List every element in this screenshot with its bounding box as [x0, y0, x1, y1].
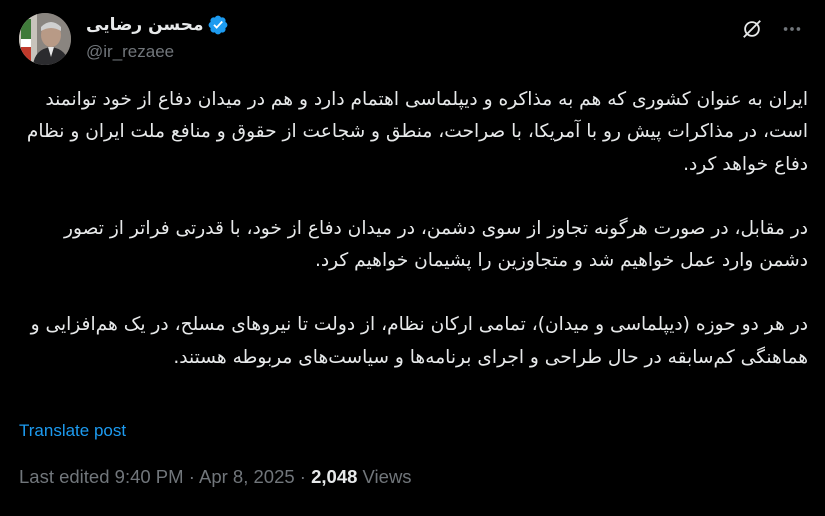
translate-post-link[interactable]: Translate post — [19, 421, 126, 441]
post-paragraph: ایران به عنوان کشوری که هم به مذاکره و د… — [26, 89, 808, 175]
avatar[interactable] — [19, 13, 71, 65]
grok-icon[interactable] — [741, 18, 763, 40]
post-meta: Last edited 9:40 PM · Apr 8, 2025 · 2,04… — [19, 466, 412, 488]
author-display-name[interactable]: محسن رضایی — [86, 15, 203, 35]
post-date[interactable]: Apr 8, 2025 — [199, 466, 295, 487]
views-count: 2,048 — [311, 466, 358, 487]
post-paragraph: در مقابل، در صورت هرگونه تجاوز از سوی دش… — [64, 217, 808, 272]
author-handle[interactable]: @ir_rezaee — [86, 42, 229, 62]
meta-separator: · — [299, 466, 306, 487]
avatar-image — [19, 13, 71, 65]
post-paragraph: در هر دو حوزه (دیپلماسی و میدان)، تمامی … — [30, 314, 808, 368]
author-block: محسن رضایی @ir_rezaee — [86, 12, 229, 72]
post-text: ایران به عنوان کشوری که هم به مذاکره و د… — [19, 84, 808, 406]
verified-badge-icon[interactable] — [207, 14, 229, 36]
edited-timestamp[interactable]: Last edited 9:40 PM — [19, 466, 184, 487]
name-row: محسن رضایی — [86, 12, 229, 38]
views-label: Views — [362, 466, 412, 487]
more-options-icon[interactable] — [781, 18, 803, 40]
post-actions-top — [741, 18, 803, 40]
meta-separator: · — [188, 466, 195, 487]
post-card: محسن رضایی @ir_rezaee ایران به عنوان کشو… — [0, 0, 825, 516]
